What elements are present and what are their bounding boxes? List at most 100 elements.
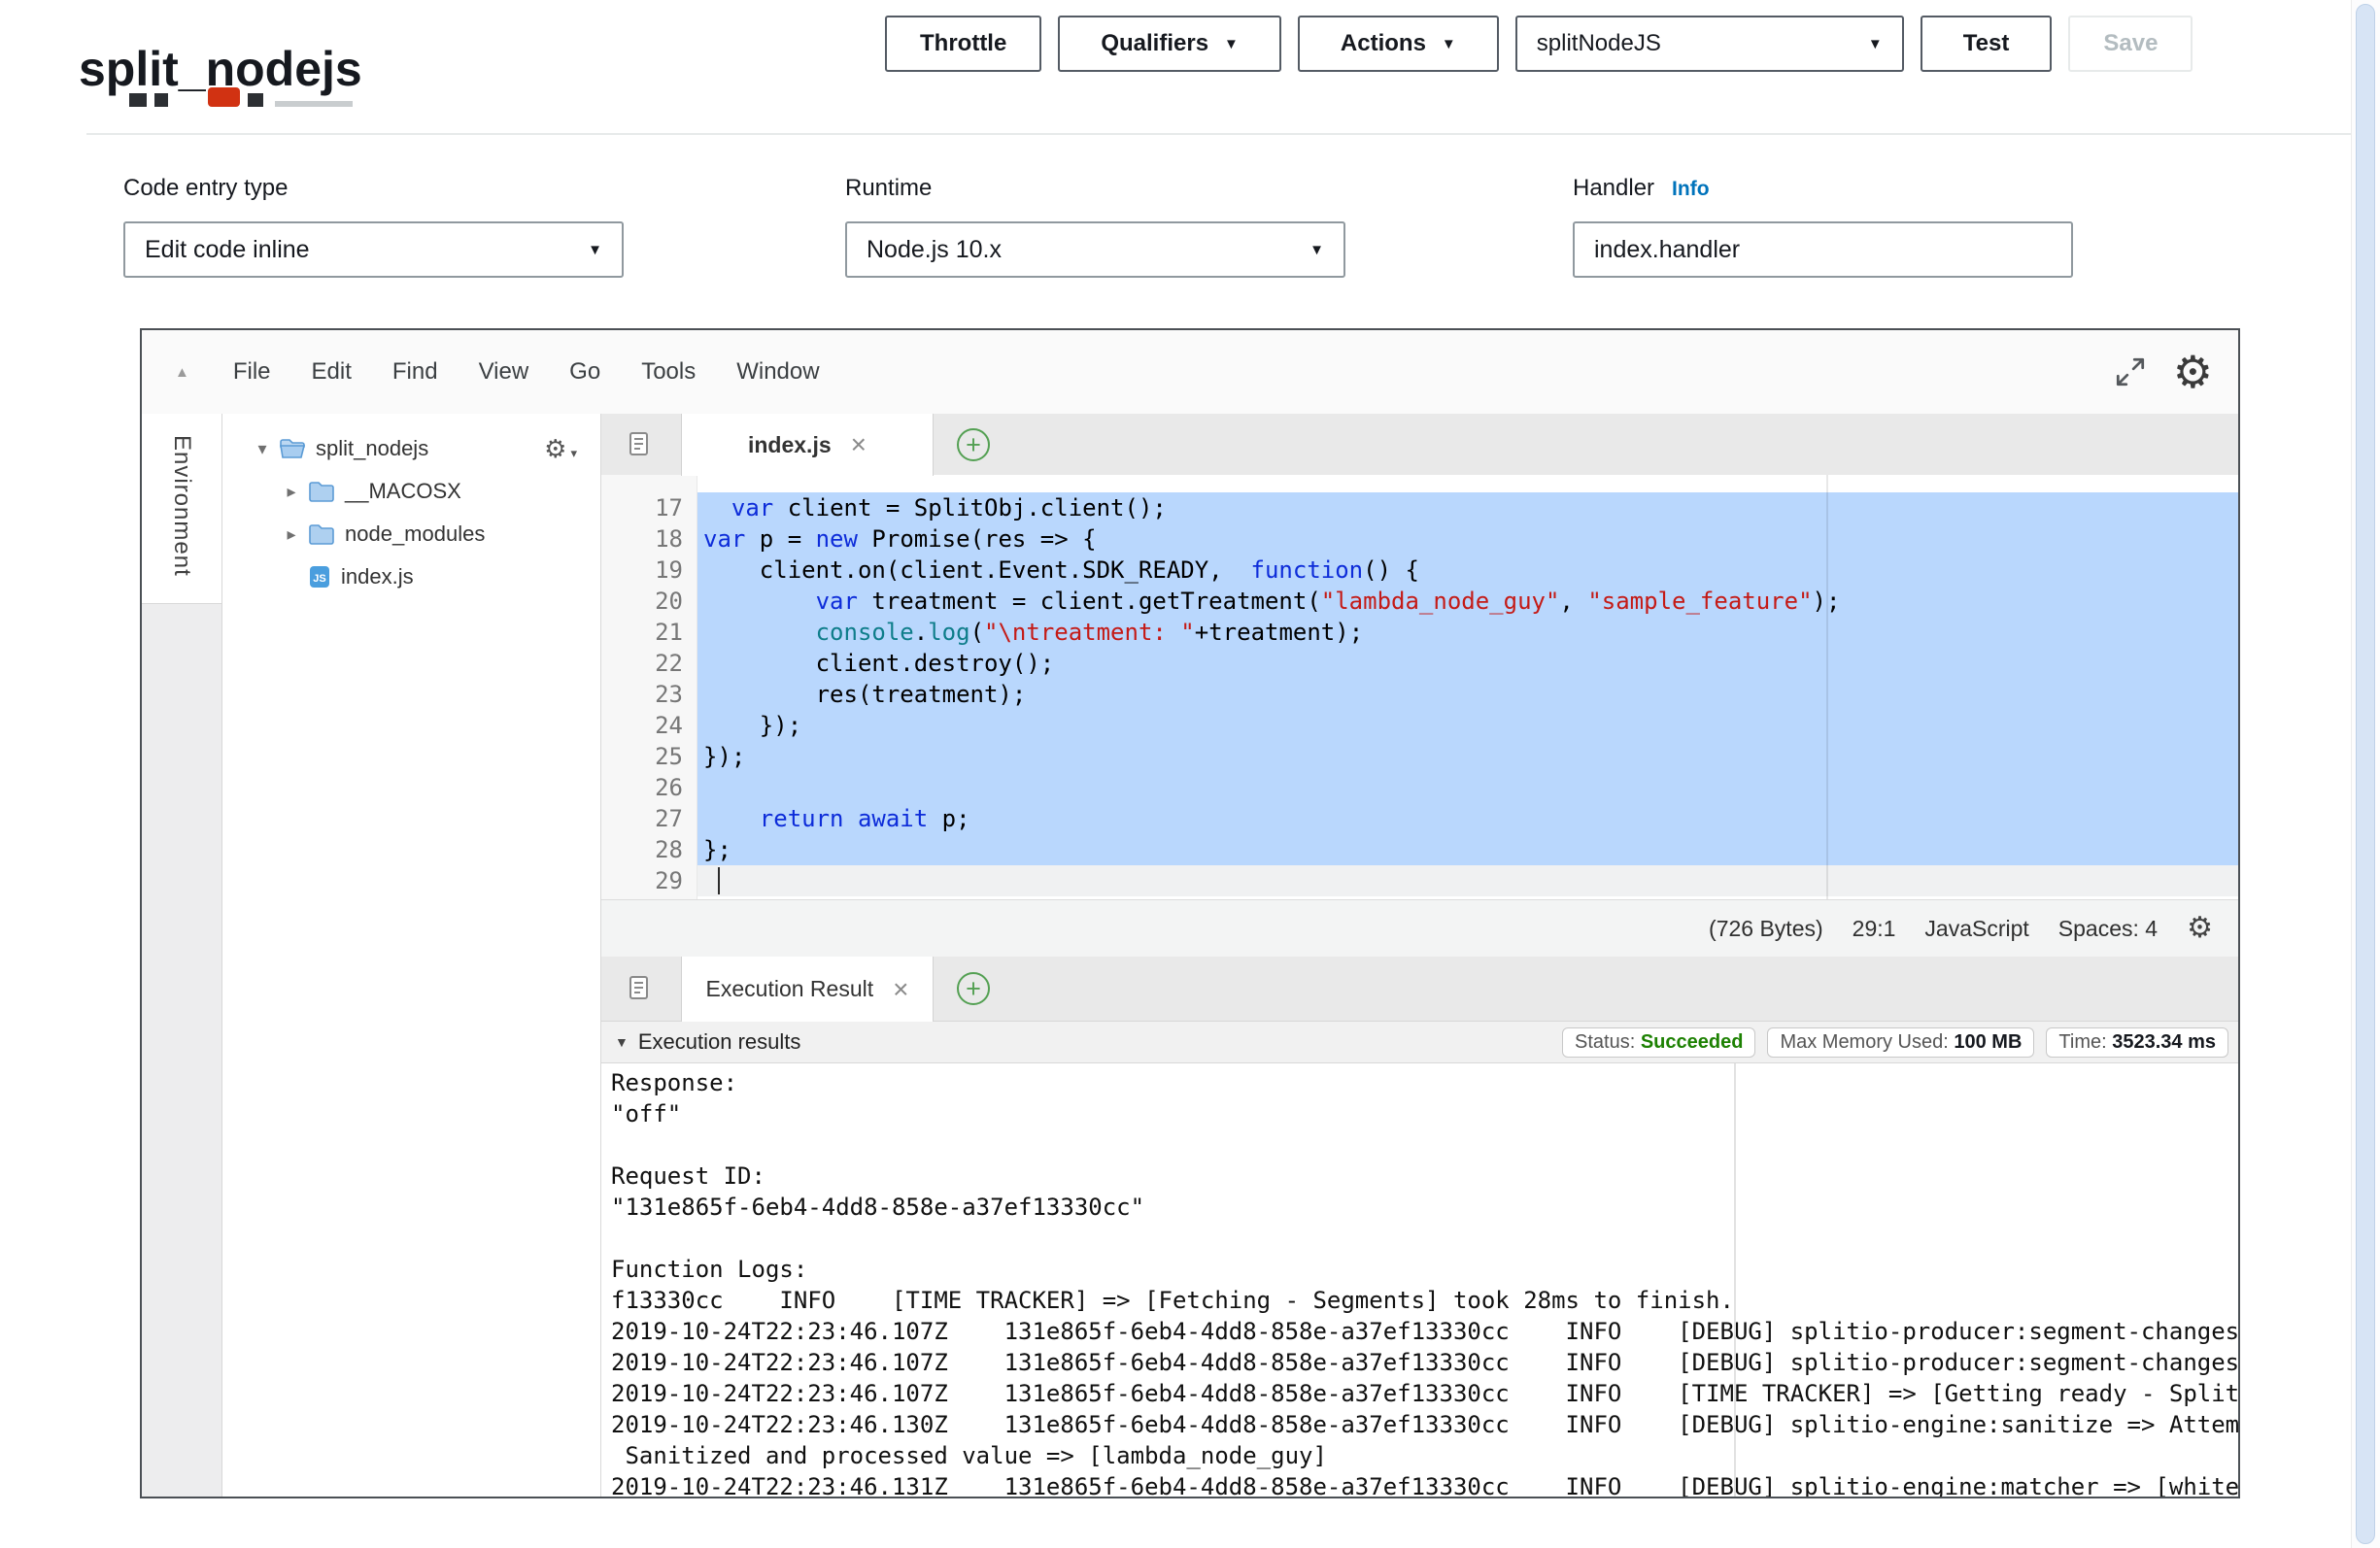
code-line[interactable]: 27 return await p; [601, 803, 2238, 834]
close-icon[interactable]: × [893, 976, 908, 1003]
line-number[interactable]: 18 [601, 523, 683, 555]
code-line[interactable]: 25}); [601, 741, 2238, 772]
new-tab-icon[interactable]: + [957, 972, 990, 1005]
tree-item-label: __MACOSX [345, 479, 461, 504]
line-number[interactable]: 17 [601, 492, 683, 523]
menu-view[interactable]: View [459, 358, 550, 386]
handler-label: Handler [1573, 175, 1654, 202]
tab-index-js[interactable]: index.js × [681, 414, 934, 476]
throttle-button[interactable]: Throttle [885, 16, 1041, 72]
code-line[interactable]: 24 }); [601, 710, 2238, 741]
line-number[interactable]: 28 [601, 834, 683, 865]
line-number[interactable]: 23 [601, 679, 683, 710]
menu-window[interactable]: Window [716, 358, 839, 386]
log-line: 2019-10-24T22:23:46.130Z 131e865f-6eb4-4… [611, 1409, 2238, 1440]
tabs-list-icon[interactable] [629, 431, 654, 458]
tabs-list-icon[interactable] [629, 975, 654, 1002]
qualifiers-label: Qualifiers [1101, 30, 1208, 57]
code-entry-type-select[interactable]: Edit code inline ▼ [123, 221, 624, 278]
line-number[interactable]: 26 [601, 772, 683, 803]
execution-results-toggle[interactable]: ▼ Execution results [615, 1029, 800, 1055]
fragment-shape [154, 93, 168, 107]
menu-find[interactable]: Find [372, 358, 459, 386]
menu-file[interactable]: File [213, 358, 291, 386]
log-line: Response: [611, 1067, 2238, 1098]
result-badges: Status: SucceededMax Memory Used: 100 MB… [1562, 1027, 2228, 1058]
menu-go[interactable]: Go [549, 358, 621, 386]
test-button[interactable]: Test [1921, 16, 2053, 72]
runtime-label: Runtime [845, 175, 932, 202]
statusbar-gear-icon[interactable]: ⚙ [2187, 914, 2213, 943]
log-line: 2019-10-24T22:23:46.107Z 131e865f-6eb4-4… [611, 1347, 2238, 1378]
log-line: "131e865f-6eb4-4dd8-858e-a37ef13330cc" [611, 1192, 2238, 1223]
triangle-right-icon[interactable]: ▸ [279, 482, 304, 502]
tab-label: Execution Result [706, 976, 874, 1002]
code-line[interactable]: 22 client.destroy(); [601, 648, 2238, 679]
code-line[interactable]: 26 [601, 772, 2238, 803]
line-number[interactable]: 20 [601, 586, 683, 617]
runtime-select[interactable]: Node.js 10.x ▼ [845, 221, 1345, 278]
red-badge-fragment [208, 87, 240, 107]
code-line[interactable]: 19 client.on(client.Event.SDK_READY, fun… [601, 555, 2238, 586]
environment-tab[interactable]: Environment [142, 414, 221, 604]
language-mode[interactable]: JavaScript [1924, 916, 2028, 942]
code-editor-area[interactable]: 17 var client = SplitObj.client();18var … [601, 475, 2238, 899]
execution-log: Response:"off" Request ID:"131e865f-6eb4… [601, 1063, 2238, 1497]
handler-input[interactable] [1573, 221, 2073, 278]
code-line[interactable]: 23 res(treatment); [601, 679, 2238, 710]
triangle-down-icon[interactable]: ▾ [250, 439, 275, 459]
cursor-position[interactable]: 29:1 [1853, 916, 1896, 942]
tree-item-macosx[interactable]: ▸ __MACOSX [222, 470, 600, 513]
log-line: Function Logs: [611, 1254, 2238, 1285]
scrollbar-thumb[interactable] [2356, 4, 2375, 1544]
menu-tools[interactable]: Tools [621, 358, 716, 386]
print-margin [1734, 1063, 1736, 1497]
code-text: res(treatment); [703, 681, 1026, 708]
tab-execution-result[interactable]: Execution Result × [681, 957, 934, 1022]
tree-item-label: split_nodejs [316, 436, 428, 461]
code-text: client.on(client.Event.SDK_READY, functi… [703, 556, 1419, 584]
code-line[interactable]: 29 [601, 865, 2238, 896]
chevron-down-icon: ▼ [1224, 36, 1239, 52]
line-number[interactable]: 29 [601, 865, 683, 896]
line-number[interactable]: 19 [601, 555, 683, 586]
qualifiers-button[interactable]: Qualifiers ▼ [1058, 16, 1281, 72]
section-divider [86, 133, 2351, 135]
code-line[interactable]: 20 var treatment = client.getTreatment("… [601, 586, 2238, 617]
editor-column: index.js × + 17 var client = SplitObj.cl… [601, 414, 2238, 1497]
editor-menubar: ▲ FileEditFindViewGoToolsWindow ⚙ [142, 330, 2238, 415]
code-line[interactable]: 21 console.log("\ntreatment: "+treatment… [601, 617, 2238, 648]
line-number[interactable]: 22 [601, 648, 683, 679]
menu-edit[interactable]: Edit [291, 358, 372, 386]
code-entry-type-field: Code entry type Edit code inline ▼ [123, 175, 624, 278]
line-number[interactable]: 27 [601, 803, 683, 834]
fragment-shape [275, 101, 353, 107]
code-text: var client = SplitObj.client(); [703, 494, 1167, 522]
line-number[interactable]: 24 [601, 710, 683, 741]
save-button[interactable]: Save [2068, 16, 2193, 72]
line-number[interactable]: 21 [601, 617, 683, 648]
svg-text:JS: JS [313, 573, 325, 585]
line-number[interactable]: 25 [601, 741, 683, 772]
triangle-right-icon[interactable]: ▸ [279, 524, 304, 545]
close-icon[interactable]: × [851, 431, 867, 458]
test-event-select[interactable]: splitNodeJS ▼ [1515, 16, 1904, 72]
fullscreen-icon[interactable] [2113, 354, 2148, 389]
log-line: 2019-10-24T22:23:46.107Z 131e865f-6eb4-4… [611, 1316, 2238, 1347]
code-line[interactable]: 28}; [601, 834, 2238, 865]
tree-item-split-nodejs[interactable]: ▾ split_nodejs ⚙▾ [222, 427, 600, 470]
page-scrollbar[interactable] [2351, 0, 2380, 1548]
indent-setting[interactable]: Spaces: 4 [2058, 916, 2158, 942]
code-line[interactable]: 17 var client = SplitObj.client(); [601, 492, 2238, 523]
collapse-menubar-icon[interactable]: ▲ [175, 364, 189, 381]
settings-gear-icon[interactable]: ⚙ [2173, 350, 2213, 394]
actions-button[interactable]: Actions ▼ [1298, 16, 1499, 72]
execution-results-label: Execution results [638, 1029, 801, 1055]
new-tab-icon[interactable]: + [957, 428, 990, 461]
tree-settings-gear-icon[interactable]: ⚙▾ [544, 435, 577, 464]
tree-item-node-modules[interactable]: ▸ node_modules [222, 513, 600, 555]
code-line[interactable]: 18var p = new Promise(res => { [601, 523, 2238, 555]
log-line: "off" [611, 1098, 2238, 1129]
handler-info-link[interactable]: Info [1672, 178, 1709, 201]
tree-item-index-js[interactable]: JS index.js [222, 555, 600, 598]
